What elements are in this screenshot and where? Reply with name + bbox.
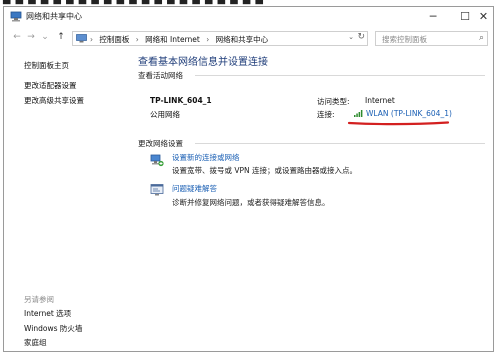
crumb-separator: › <box>135 35 139 44</box>
search-icon[interactable]: ⌕ <box>479 33 484 43</box>
network-center-icon <box>10 11 22 22</box>
network-sharing-center-window: 网络和共享中心 ─ ☐ ✕ ← → ⌄ ↑ › 控制面板 › 网络和 Inter… <box>3 6 494 352</box>
troubleshoot-link[interactable]: 问题疑难解答 <box>172 183 217 194</box>
troubleshoot-icon <box>150 184 164 196</box>
network-type[interactable]: 公用网络 <box>150 109 180 120</box>
setup-new-connection-desc: 设置宽带、拨号或 VPN 连接；或设置路由器或接入点。 <box>172 166 358 175</box>
setup-new-connection-link[interactable]: 设置新的连接或网络 <box>172 152 240 163</box>
crumb-control-panel[interactable]: 控制面板 <box>99 35 129 44</box>
search-placeholder: 搜索控制面板 <box>382 35 427 44</box>
up-button[interactable]: ↑ <box>56 32 66 42</box>
control-panel-icon <box>76 34 87 43</box>
navigation-bar: ← → ⌄ ↑ › 控制面板 › 网络和 Internet › 网络和共享中心 … <box>4 29 493 49</box>
refresh-icon[interactable]: ↻ <box>357 32 365 42</box>
crumb-network-internet[interactable]: 网络和 Internet <box>145 35 200 44</box>
minimize-button[interactable]: ─ <box>418 7 448 27</box>
new-connection-icon <box>150 154 164 167</box>
see-also-title: 另请参阅 <box>24 295 54 304</box>
sidebar-item-change-advanced-sharing[interactable]: 更改高级共享设置 <box>24 95 84 106</box>
connection-label: 连接: <box>317 110 335 119</box>
sidebar-item-windows-firewall[interactable]: Windows 防火墙 <box>24 323 82 334</box>
title-bar: 网络和共享中心 ─ ☐ ✕ <box>4 7 493 27</box>
forward-button[interactable]: → <box>26 32 36 42</box>
sidebar-item-internet-options[interactable]: Internet 选项 <box>24 308 71 319</box>
change-network-settings-label: 更改网络设置 <box>138 139 183 148</box>
search-box[interactable]: 搜索控制面板 ⌕ <box>375 31 488 46</box>
page-title: 查看基本网络信息并设置连接 <box>138 57 268 68</box>
breadcrumb: › 控制面板 › 网络和 Internet › 网络和共享中心 <box>90 34 268 45</box>
wifi-signal-icon <box>354 110 363 117</box>
sidebar-item-change-adapter-settings[interactable]: 更改适配器设置 <box>24 80 77 91</box>
sidebar-item-homegroup[interactable]: 家庭组 <box>24 337 47 348</box>
crumb-network-sharing-center[interactable]: 网络和共享中心 <box>216 35 269 44</box>
wlan-connection-link[interactable]: WLAN (TP-LINK_604_1) <box>366 109 452 118</box>
close-button[interactable]: ✕ <box>474 7 493 27</box>
address-bar[interactable]: › 控制面板 › 网络和 Internet › 网络和共享中心 ⌄ ↻ <box>72 31 368 46</box>
window-title: 网络和共享中心 <box>26 12 82 21</box>
back-button[interactable]: ← <box>12 32 22 42</box>
crumb-separator: › <box>90 35 93 44</box>
troubleshoot-desc: 诊断并修复网络问题，或者获得疑难解答信息。 <box>172 198 330 207</box>
access-type-value: Internet <box>365 96 395 105</box>
divider <box>195 75 485 76</box>
sidebar-item-control-panel-home[interactable]: 控制面板主页 <box>24 60 69 71</box>
divider <box>195 143 485 144</box>
red-underline-annotation <box>347 121 450 126</box>
access-type-label: 访问类型: <box>317 97 350 106</box>
recent-locations-button[interactable]: ⌄ <box>40 32 50 42</box>
address-dropdown-icon[interactable]: ⌄ <box>348 33 354 41</box>
network-name: TP-LINK_604_1 <box>150 96 212 105</box>
crumb-separator: › <box>206 35 210 44</box>
active-networks-label: 查看活动网络 <box>138 71 183 80</box>
